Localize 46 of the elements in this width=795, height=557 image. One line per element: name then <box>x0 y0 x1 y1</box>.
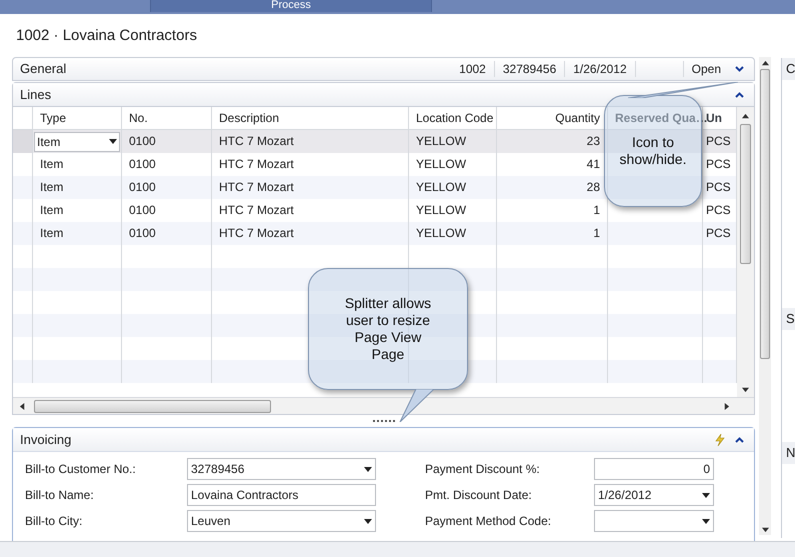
scroll-up-icon[interactable] <box>762 60 768 67</box>
type-dropdown[interactable]: Item <box>34 132 120 152</box>
dropdown-field[interactable]: 1/26/2012 <box>594 484 714 506</box>
dropdown-field[interactable] <box>594 510 714 532</box>
factbox-header[interactable]: S <box>782 308 795 330</box>
summary-value: 1002 <box>458 61 487 77</box>
field-label: Bill-to Customer No.: <box>24 461 137 478</box>
fasttab-title: Lines <box>20 86 52 104</box>
fasttab-title: General <box>20 60 66 78</box>
input-field[interactable]: 0 <box>594 458 714 480</box>
fasttab-title: Invoicing <box>20 430 72 449</box>
input-field[interactable]: Lovaina Contractors <box>187 484 376 506</box>
collapse-icon[interactable] <box>735 92 744 98</box>
dropdown-caret-icon[interactable] <box>109 139 117 144</box>
summary-value: 1/26/2012 <box>564 61 635 77</box>
scroll-left-icon[interactable] <box>19 402 26 410</box>
scroll-right-icon[interactable] <box>723 402 730 410</box>
scroll-down-icon[interactable] <box>742 386 749 393</box>
field-label: Bill-to City: <box>24 513 84 530</box>
scroll-up-icon[interactable] <box>742 113 749 120</box>
splitter-handle[interactable] <box>372 420 394 422</box>
page-scrollbar[interactable] <box>759 57 771 535</box>
factbox-header[interactable]: C <box>782 58 795 80</box>
collapse-icon[interactable] <box>735 436 744 442</box>
scroll-down-icon[interactable] <box>762 526 768 533</box>
dropdown-caret-icon[interactable] <box>702 492 710 498</box>
dropdown-caret-icon[interactable] <box>702 518 710 524</box>
factbox-header[interactable]: N <box>782 442 795 464</box>
dropdown-field[interactable]: 32789456 <box>187 458 376 480</box>
page-title: 1002 · Lovaina Contractors <box>16 27 198 46</box>
field-label: Payment Method Code: <box>424 513 552 530</box>
field-label: Payment Discount %: <box>424 461 541 478</box>
field-label: Bill-to Name: <box>24 487 95 504</box>
horizontal-scrollbar[interactable] <box>13 397 754 414</box>
dropdown-caret-icon[interactable] <box>364 518 372 524</box>
vertical-scrollbar[interactable] <box>737 107 754 397</box>
summary-value: Open <box>682 61 729 77</box>
callout-tooltip: Splitter allows user to resize Page View Page <box>308 268 468 390</box>
dropdown-caret-icon[interactable] <box>364 466 372 472</box>
fasttab-header[interactable]: General 1002 32789456 1/26/2012 Open <box>12 57 755 81</box>
field-label: Pmt. Discount Date: <box>424 487 533 504</box>
ribbon-tab[interactable]: Process <box>150 0 432 12</box>
lightning-icon[interactable] <box>715 434 725 446</box>
summary-value: 32789456 <box>494 61 564 77</box>
dropdown-field[interactable]: Leuven <box>187 510 376 532</box>
expand-icon[interactable] <box>735 66 744 72</box>
